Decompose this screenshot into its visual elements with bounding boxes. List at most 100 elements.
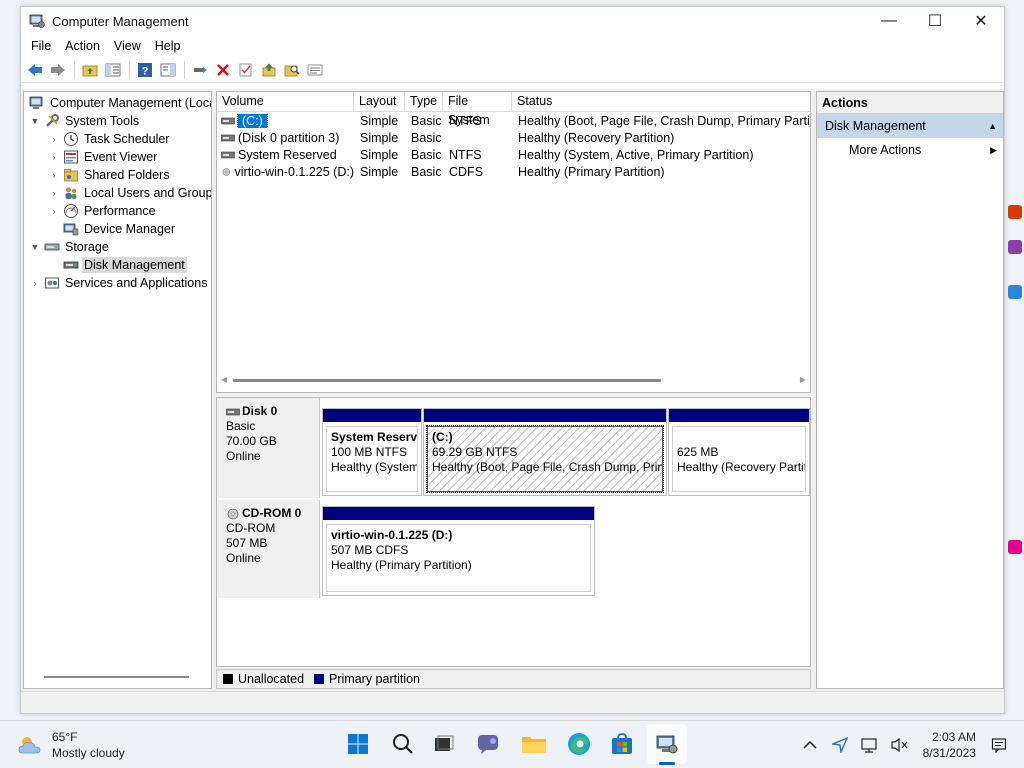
show-hide-console-tree-button[interactable] [102,59,124,81]
tree-item-device-manager[interactable]: Device Manager [48,220,177,238]
menu-view[interactable]: View [107,37,148,55]
minimize-button[interactable]: — [866,7,912,35]
desktop-icon-pink[interactable] [1008,540,1022,554]
disk-state: Online [226,551,261,565]
show-hide-action-pane-button[interactable] [157,59,179,81]
desktop-icon-blue[interactable] [1008,285,1022,299]
properties-button[interactable] [235,59,257,81]
actions-section-disk-management[interactable]: Disk Management ▲ [817,114,1003,138]
menu-help[interactable]: Help [148,37,188,55]
computer-management-taskbar-button[interactable] [654,731,680,757]
menu-file[interactable]: File [24,37,58,55]
more-actions-item[interactable]: More Actions ▶ [817,138,1003,162]
partition-system-reserved[interactable]: System Reserve 100 MB NTFS Healthy (Syst… [322,408,422,496]
tree-item-local-users-groups[interactable]: › Local Users and Groups [48,184,212,202]
disk-0-label[interactable]: Disk 0 Basic 70.00 GB Online [217,398,320,498]
column-header-status[interactable]: Status [512,92,810,112]
column-header-type[interactable]: Type [405,92,443,112]
tree-item-system-tools[interactable]: ▼ System Tools [29,112,141,130]
tools-icon [46,114,59,127]
tree-item-task-scheduler[interactable]: › Task Scheduler [48,130,171,148]
volume-row[interactable]: (Disk 0 partition 3) Simple Basic Health… [217,129,810,146]
column-header-file-system[interactable]: File System [443,92,512,127]
scroll-right-icon[interactable]: ▶ [800,375,806,384]
tree-item-storage[interactable]: ▼ Storage [29,238,111,256]
file-explorer-button[interactable] [521,731,547,757]
volume-status: Healthy (System, Active, Primary Partiti… [518,147,754,162]
title-bar[interactable]: Computer Management — ☐ ✕ [21,7,1004,35]
chat-button[interactable] [476,731,502,757]
clock[interactable]: 2:03 AM 8/31/2023 [923,729,976,761]
expand-right-icon[interactable]: › [29,278,41,288]
partition-name: System Reserve [331,430,418,444]
expand-right-icon[interactable]: › [48,134,60,144]
expand-right-icon[interactable]: › [48,206,60,216]
actions-title: Actions [817,92,1003,114]
clock-icon [64,132,78,146]
tree-item-shared-folders[interactable]: › Shared Folders [48,166,171,184]
scroll-left-icon[interactable]: ◀ [221,375,227,384]
volume-row[interactable]: virtio-win-0.1.225 (D:) Simple Basic CDF… [217,163,810,180]
volume-row[interactable]: (C:) Simple Basic NTFS Healthy (Boot, Pa… [217,112,810,129]
partition-c[interactable]: (C:) 69.29 GB NTFS Healthy (Boot, Page F… [423,408,667,496]
menu-action[interactable]: Action [58,37,107,55]
disk-management-icon [63,261,79,269]
expand-right-icon[interactable]: › [48,170,60,180]
tree-item-disk-management[interactable]: Disk Management [48,256,187,274]
network-tray-icon[interactable] [859,734,881,756]
connect-button[interactable] [189,59,211,81]
weather-widget[interactable]: 65°F Mostly cloudy [16,729,125,761]
partition-virtio-d[interactable]: virtio-win-0.1.225 (D:) 507 MB CDFS Heal… [322,506,595,596]
column-header-volume[interactable]: Volume [217,92,354,112]
computer-management-icon [656,735,678,754]
column-header-layout[interactable]: Layout [354,92,405,112]
computer-management-window: Computer Management — ☐ ✕ File Action Vi… [20,6,1005,714]
expand-down-icon[interactable]: ▼ [29,116,41,126]
delete-button[interactable] [212,59,234,81]
volume-row[interactable]: System Reserved Simple Basic NTFS Health… [217,146,810,163]
help-button[interactable]: ? [134,59,156,81]
tree-label: Local Users and Groups [84,186,212,200]
tree-item-event-viewer[interactable]: › Event Viewer [48,148,159,166]
tree-item-services-applications[interactable]: › Services and Applications [29,274,209,292]
desktop-icon-purple[interactable] [1008,240,1022,254]
tree-item-performance[interactable]: › Performance [48,202,158,220]
microsoft-store-button[interactable] [609,731,635,757]
volume-list-horizontal-scrollbar[interactable] [233,379,661,382]
expand-down-icon[interactable]: ▼ [29,242,41,252]
export-list-button[interactable] [258,59,280,81]
collapse-up-icon[interactable]: ▲ [988,114,997,138]
partition-recovery[interactable]: 625 MB Healthy (Recovery Partit [668,408,810,496]
expand-right-icon[interactable]: › [48,152,60,162]
task-view-button[interactable] [431,731,457,757]
system-tray: 2:03 AM 8/31/2023 [795,721,1014,768]
actions-pane: Actions Disk Management ▲ More Actions ▶ [816,91,1004,689]
location-tray-icon[interactable] [829,734,851,756]
start-button[interactable] [345,731,371,757]
tree-root[interactable]: Computer Management (Local [26,94,211,112]
cdrom-0-label[interactable]: CD-ROM 0 CD-ROM 507 MB Online [217,500,320,598]
desktop-icon-red[interactable] [1008,205,1022,219]
forward-button[interactable] [47,59,69,81]
up-one-level-button[interactable] [79,59,101,81]
back-button[interactable] [24,59,46,81]
drive-icon [221,117,235,124]
active-app-indicator [659,762,675,765]
volume-tray-icon[interactable] [889,734,911,756]
disk-map: Disk 0 Basic 70.00 GB Online System Rese… [216,397,811,667]
edge-browser-button[interactable] [566,731,592,757]
chevron-up-icon [803,740,817,749]
volume-list: Volume Layout Type File System Status (C… [216,91,811,393]
notifications-button[interactable] [988,734,1010,756]
drive-icon [221,134,235,141]
disk-size: 70.00 GB [226,434,277,448]
expand-right-icon[interactable]: › [48,188,60,198]
maximize-button[interactable]: ☐ [912,7,958,35]
cd-drive-icon [222,167,230,176]
view-options-button[interactable] [304,59,326,81]
find-button[interactable] [281,59,303,81]
show-hidden-icons-button[interactable] [799,734,821,756]
tree-horizontal-scrollbar[interactable] [44,676,189,678]
search-button[interactable] [390,731,416,757]
close-button[interactable]: ✕ [958,7,1004,35]
